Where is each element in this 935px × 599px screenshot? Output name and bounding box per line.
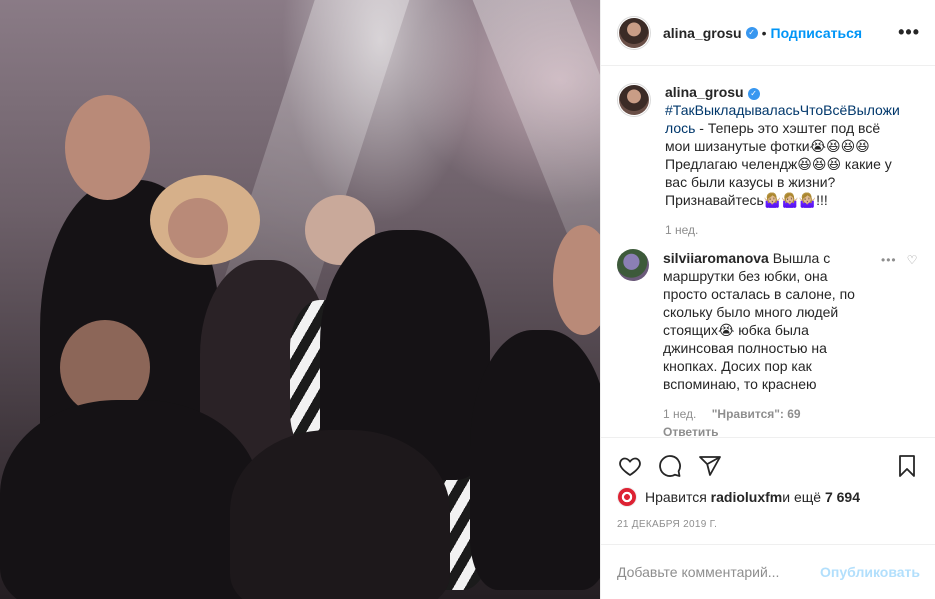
verified-badge-icon: ✓ [745,26,758,39]
separator-dot: • [761,24,767,41]
liker-username[interactable]: radioluxfm [711,489,783,505]
comment-meta: 1 нед. "Нравится": 69 Ответить [663,405,873,437]
liker-avatar[interactable] [617,487,637,507]
dancer-figure [470,330,600,590]
post-photo[interactable] [0,0,600,599]
caption-meta: 1 нед. [665,221,905,239]
post-header: alina_grosu ✓ • Подписаться ••• [601,0,935,66]
post-actions [601,437,935,493]
commenter-username[interactable]: silviiaromanova [663,250,769,266]
singer-face [168,198,228,258]
comment-body: silviiaromanova Вышла с маршрутки без юб… [663,249,873,437]
reply-button[interactable]: Ответить [663,425,718,437]
author-avatar-image [619,17,649,48]
comment-text: Вышла с маршрутки без юбки, она просто о… [663,250,855,392]
caption-username[interactable]: alina_grosu [665,84,744,100]
caption-avatar[interactable] [617,83,651,117]
heart-icon [619,457,641,476]
caption-time[interactable]: 1 нед. [665,223,698,237]
caption-body: alina_grosu ✓ #ТакВыкладываласьЧтоВсёВыло… [665,83,905,239]
author-username[interactable]: alina_grosu [663,25,742,41]
dancer-figure [0,400,260,599]
caption: alina_grosu ✓ #ТакВыкладываласьЧтоВсёВыло… [617,83,920,239]
bookmark-icon [899,454,915,477]
comment-icon [659,454,681,477]
comment-time[interactable]: 1 нед. [663,407,696,421]
caption-text: - Теперь это хэштег под всё мои шизануты… [665,120,892,208]
caption-avatar-image [619,85,649,115]
comment-actions: ••• ♡ [881,249,917,437]
likes-summary: Нравится radioluxfm и ещё 7 694 [617,487,860,507]
comment-like-icon[interactable]: ♡ [907,253,918,267]
follow-button[interactable]: Подписаться [771,25,863,41]
author-avatar[interactable] [617,15,651,50]
dancer-figure [230,430,450,599]
verified-badge-icon: ✓ [747,88,760,100]
comment-likes[interactable]: "Нравится": 69 [712,407,801,421]
dancer-head [65,95,150,200]
comment-input[interactable] [617,564,821,580]
publish-button[interactable]: Опубликовать [820,564,920,580]
comments-section[interactable]: alina_grosu ✓ #ТакВыкладываласьЧтоВсёВыло… [601,67,935,437]
likes-count[interactable]: 7 694 [825,489,860,505]
likes-suffix: и ещё [782,489,822,505]
comment-more-icon[interactable]: ••• [881,253,897,267]
commenter-avatar[interactable] [617,249,649,281]
add-comment-bar: Опубликовать [601,544,935,599]
share-button[interactable] [695,451,725,481]
like-button[interactable] [615,451,645,481]
more-options-icon[interactable]: ••• [898,22,920,43]
post-panel: alina_grosu ✓ • Подписаться ••• alina_gr… [600,0,935,599]
likes-prefix: Нравится [645,489,707,505]
share-icon [699,455,721,476]
comment-item: silviiaromanova Вышла с маршрутки без юб… [617,249,920,437]
comment-button[interactable] [655,451,685,481]
post-date[interactable]: 21 ДЕКАБРЯ 2019 Г. [617,519,717,530]
save-button[interactable] [892,451,922,481]
